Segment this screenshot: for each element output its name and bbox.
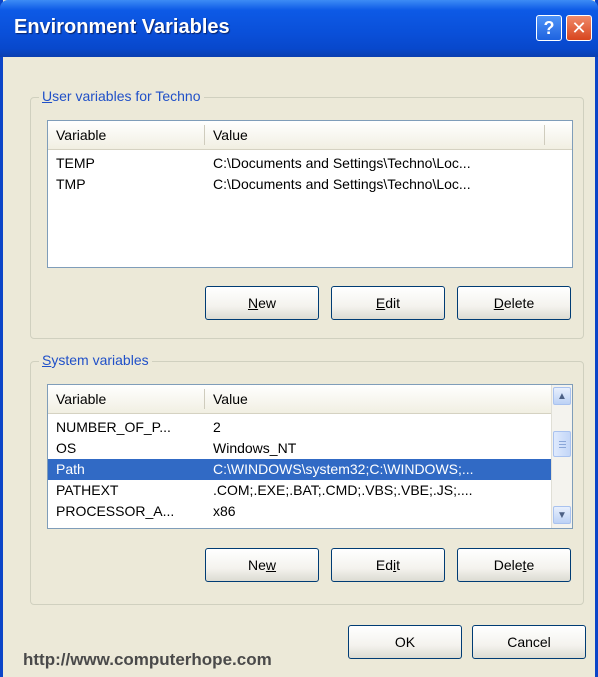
watermark-text: http://www.computerhope.com [23, 650, 272, 669]
cancel-button[interactable]: Cancel [472, 625, 586, 659]
button-label: OK [394, 634, 416, 650]
button-label: Edit [375, 295, 401, 311]
button-label: New [247, 295, 277, 311]
user-variables-list[interactable]: Variable Value TEMP C:\Documents and Sett… [47, 120, 573, 268]
system-edit-button[interactable]: Edit [331, 548, 445, 582]
button-label: Cancel [507, 634, 551, 650]
value-cell: .COM;.EXE;.BAT;.CMD;.VBS;.VBE;.JS;.... [213, 482, 473, 498]
value-cell: C:\Documents and Settings\Techno\Loc... [213, 176, 471, 192]
user-delete-button[interactable]: Delete [457, 286, 571, 320]
value-cell: C:\WINDOWS\system32;C:\WINDOWS;... [213, 461, 474, 477]
value-cell: Windows_NT [213, 440, 297, 456]
column-header-variable[interactable]: Variable [48, 121, 204, 149]
variable-cell: PATHEXT [56, 482, 119, 498]
table-row[interactable]: PATHEXT .COM;.EXE;.BAT;.CMD;.VBS;.VBE;.JS… [48, 480, 551, 501]
button-label: New [247, 557, 277, 573]
table-row[interactable]: NUMBER_OF_P... 2 [48, 417, 551, 438]
variable-cell: NUMBER_OF_P... [56, 419, 171, 435]
value-cell: C:\Documents and Settings\Techno\Loc... [213, 155, 471, 171]
user-variables-group: User variables for Techno Variable Value… [30, 88, 584, 339]
table-row[interactable]: TEMP C:\Documents and Settings\Techno\Loc… [48, 153, 548, 174]
value-cell: x86 [213, 503, 236, 519]
scroll-thumb[interactable] [553, 431, 571, 457]
chevron-up-icon: ▲ [557, 390, 567, 402]
list-header: Variable Value [48, 121, 572, 150]
value-cell: 2 [213, 419, 221, 435]
variable-cell: OS [56, 440, 77, 456]
system-variables-list[interactable]: Variable Value NUMBER_OF_P... 2 OS Windows_… [47, 384, 573, 529]
help-button[interactable]: ? [536, 15, 562, 41]
system-new-button[interactable]: New [205, 548, 319, 582]
variable-cell: TMP [56, 176, 86, 192]
table-row[interactable]: TMP C:\Documents and Settings\Techno\Loc.… [48, 174, 548, 195]
button-label: Delete [493, 295, 535, 311]
close-button[interactable]: ✕ [566, 15, 592, 41]
column-header-value[interactable]: Value [205, 121, 545, 149]
column-header-value[interactable]: Value [205, 385, 545, 413]
table-row[interactable]: Path C:\WINDOWS\system32;C:\WINDOWS;... [48, 459, 551, 480]
window-title: Environment Variables [14, 16, 230, 38]
button-label: Edit [375, 557, 401, 573]
system-delete-button[interactable]: Delete [457, 548, 571, 582]
user-edit-button[interactable]: Edit [331, 286, 445, 320]
close-icon: ✕ [571, 17, 587, 38]
scroll-up-button[interactable]: ▲ [553, 387, 571, 405]
ok-button[interactable]: OK [348, 625, 462, 659]
table-row[interactable]: PROCESSOR_A... x86 [48, 501, 551, 522]
column-divider[interactable] [544, 125, 545, 145]
table-row[interactable]: OS Windows_NT [48, 438, 551, 459]
variable-cell: Path [56, 461, 85, 477]
system-variables-group: System variables Variable Value NUMBER_O… [30, 352, 584, 605]
user-new-button[interactable]: New [205, 286, 319, 320]
system-variables-legend: System variables [39, 352, 152, 368]
variable-cell: TEMP [56, 155, 95, 171]
button-label: Delete [493, 557, 535, 573]
user-variables-legend: User variables for Techno [39, 88, 204, 104]
chevron-down-icon: ▼ [557, 509, 567, 521]
title-bar[interactable]: Environment Variables ? ✕ [0, 0, 598, 57]
column-header-variable[interactable]: Variable [48, 385, 204, 413]
variable-cell: PROCESSOR_A... [56, 503, 175, 519]
environment-variables-dialog: Environment Variables ? ✕ User variables… [0, 0, 598, 677]
list-header: Variable Value [48, 385, 551, 414]
vertical-scrollbar[interactable]: ▲ ▼ [551, 385, 572, 528]
scroll-down-button[interactable]: ▼ [553, 506, 571, 524]
help-icon: ? [543, 17, 555, 38]
